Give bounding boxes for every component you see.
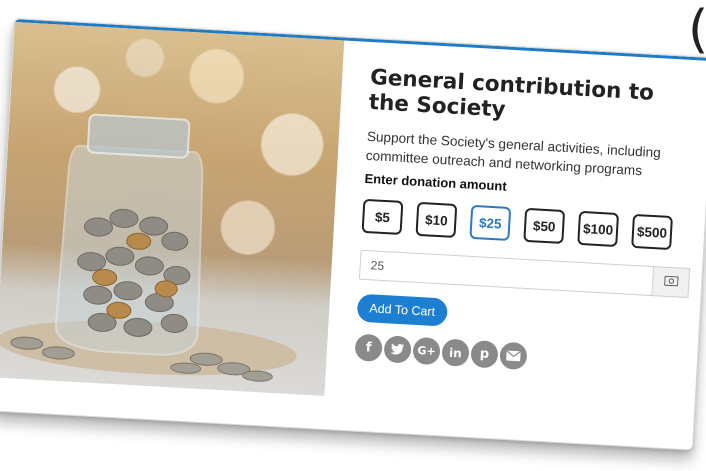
twitter-icon[interactable]	[383, 335, 412, 364]
product-card: General contribution to the Society Supp…	[0, 18, 706, 451]
amount-option-50[interactable]: $50	[523, 207, 566, 245]
add-to-cart-button[interactable]: Add To Cart	[356, 293, 448, 327]
cropped-heading-glyph: (	[688, 4, 706, 56]
amount-option-10[interactable]: $10	[415, 201, 458, 238]
coin-jar-image	[0, 113, 297, 382]
money-icon	[663, 273, 679, 292]
input-addon[interactable]	[652, 266, 691, 299]
amount-option-500[interactable]: $500	[631, 213, 673, 251]
pinterest-icon[interactable]: p	[470, 340, 499, 369]
google-plus-icon[interactable]: G+	[412, 336, 441, 366]
product-title: General contribution to the Society	[368, 64, 655, 123]
facebook-icon[interactable]: f	[354, 333, 383, 363]
amount-option-5[interactable]: $5	[361, 198, 404, 235]
amount-option-25-selected[interactable]: $25	[469, 204, 512, 241]
amount-option-100[interactable]: $100	[577, 210, 620, 248]
share-icons: f G+ in p	[354, 333, 685, 379]
linkedin-icon[interactable]: in	[441, 338, 470, 367]
amount-options: $5 $10 $25 $50 $100 $500	[361, 198, 693, 251]
email-icon[interactable]	[499, 341, 528, 371]
amount-input-group	[358, 249, 691, 299]
product-photo	[0, 22, 345, 396]
donation-amount-input[interactable]	[358, 249, 655, 297]
product-info: General contribution to the Society Supp…	[354, 65, 700, 379]
page-stage: (	[0, 0, 706, 471]
